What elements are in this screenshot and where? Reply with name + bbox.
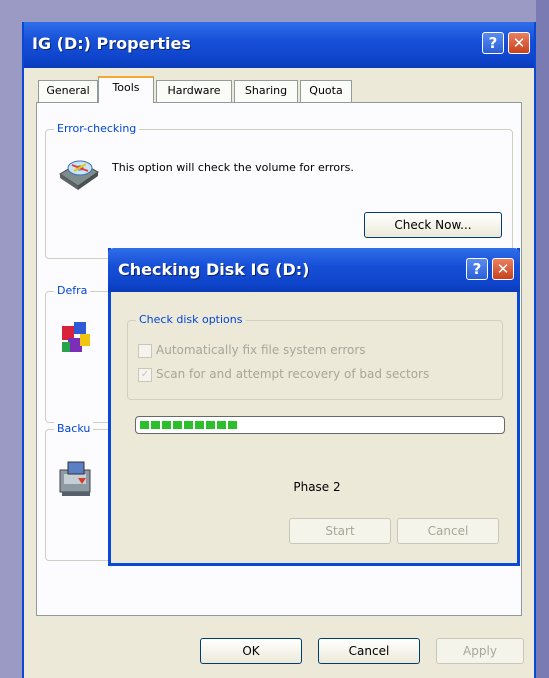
tab-general[interactable]: General — [38, 80, 98, 102]
progress-segment — [140, 421, 149, 429]
start-button[interactable]: Start — [289, 518, 391, 544]
check-disk-icon — [59, 160, 99, 190]
backup-label: Backu — [54, 422, 94, 435]
error-checking-group: Error-checking This option will check th… — [45, 122, 513, 259]
help-icon: ? — [488, 34, 498, 52]
check-disk-options-group: Check disk options Automatically fix fil… — [127, 313, 503, 400]
checking-disk-titlebar[interactable]: Checking Disk IG (D:) ? ✕ — [108, 248, 520, 292]
window-title: IG (D:) Properties — [32, 34, 191, 53]
defragmentation-label: Defra — [54, 284, 91, 297]
progress-segment — [206, 421, 215, 429]
progress-segment — [173, 421, 182, 429]
tab-tools[interactable]: Tools — [98, 76, 154, 103]
close-icon: ✕ — [496, 260, 510, 278]
help-icon: ? — [472, 260, 482, 278]
desktop-edge — [536, 0, 549, 678]
dialog-help-button[interactable]: ? — [466, 258, 488, 280]
scan-sectors-checkbox[interactable]: ✓ — [138, 367, 152, 382]
progress-segment — [195, 421, 204, 429]
progress-segment — [151, 421, 160, 429]
ok-button[interactable]: OK — [200, 638, 302, 664]
dialog-close-button[interactable]: ✕ — [492, 258, 514, 280]
backup-icon — [59, 461, 91, 496]
scan-sectors-option[interactable]: ✓ Scan for and attempt recovery of bad se… — [138, 367, 429, 382]
dialog-cancel-button[interactable]: Cancel — [397, 518, 499, 544]
progress-segment — [217, 421, 226, 429]
apply-button[interactable]: Apply — [436, 638, 524, 664]
phase-text: Phase 2 — [293, 480, 341, 494]
close-icon: ✕ — [512, 34, 526, 52]
properties-titlebar[interactable]: IG (D:) Properties ? ✕ — [24, 22, 534, 68]
checking-disk-dialog: Checking Disk IG (D:) ? ✕ Check disk opt… — [108, 248, 520, 566]
check-now-button[interactable]: Check Now... — [364, 212, 502, 238]
tab-quota[interactable]: Quota — [300, 80, 352, 102]
scan-sectors-label: Scan for and attempt recovery of bad sec… — [156, 367, 430, 381]
progress-segment — [162, 421, 171, 429]
fix-errors-option[interactable]: Automatically fix file system errors — [138, 343, 366, 358]
check-progress-bar — [135, 416, 505, 434]
tab-hardware[interactable]: Hardware — [156, 80, 232, 102]
error-checking-label: Error-checking — [54, 122, 140, 135]
close-button[interactable]: ✕ — [508, 32, 530, 54]
dialog-title: Checking Disk IG (D:) — [118, 260, 310, 279]
progress-segment — [184, 421, 193, 429]
defragment-icon — [62, 322, 90, 352]
fix-errors-checkbox[interactable] — [138, 343, 152, 358]
tab-sharing[interactable]: Sharing — [234, 80, 298, 102]
error-checking-description: This option will check the volume for er… — [112, 161, 354, 174]
fix-errors-label: Automatically fix file system errors — [156, 343, 366, 357]
cancel-button[interactable]: Cancel — [318, 638, 420, 664]
progress-segment — [228, 421, 237, 429]
check-disk-options-label: Check disk options — [136, 313, 246, 326]
help-button[interactable]: ? — [482, 32, 504, 54]
